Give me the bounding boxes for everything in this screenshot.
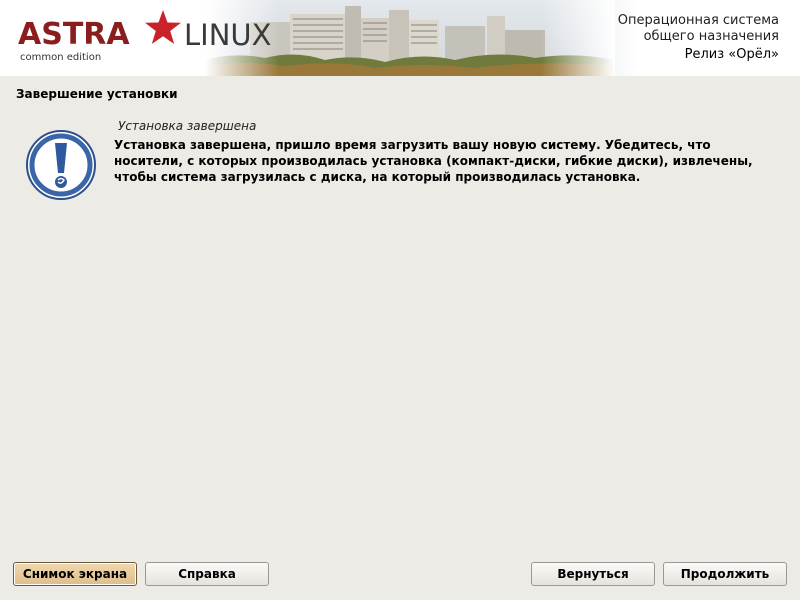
logo-edition-text: common edition (20, 52, 102, 63)
release-name: Релиз «Орёл» (684, 47, 779, 62)
back-button[interactable]: Вернуться (531, 562, 655, 586)
message-body: Установка завершена, пришло время загруз… (114, 138, 753, 184)
help-button[interactable]: Справка (145, 562, 269, 586)
continue-button[interactable]: Продолжить (663, 562, 787, 586)
message-heading: Установка завершена (118, 119, 257, 133)
logo-brand-text: ASTRA (18, 17, 130, 52)
page-title: Завершение установки (16, 87, 178, 101)
header-banner: ASTRA LINUX common edition Операционная … (0, 0, 800, 76)
screenshot-button[interactable]: Снимок экрана (13, 562, 137, 586)
logo-product-text: LINUX (184, 18, 272, 52)
exclamation-icon (26, 130, 96, 200)
star-icon (145, 10, 181, 44)
product-line-1: Операционная система (617, 13, 779, 28)
product-description: Операционная система общего назначения Р… (618, 13, 779, 63)
astra-linux-logo: ASTRA LINUX common edition (18, 10, 272, 68)
product-line-2: общего назначения (643, 29, 779, 44)
